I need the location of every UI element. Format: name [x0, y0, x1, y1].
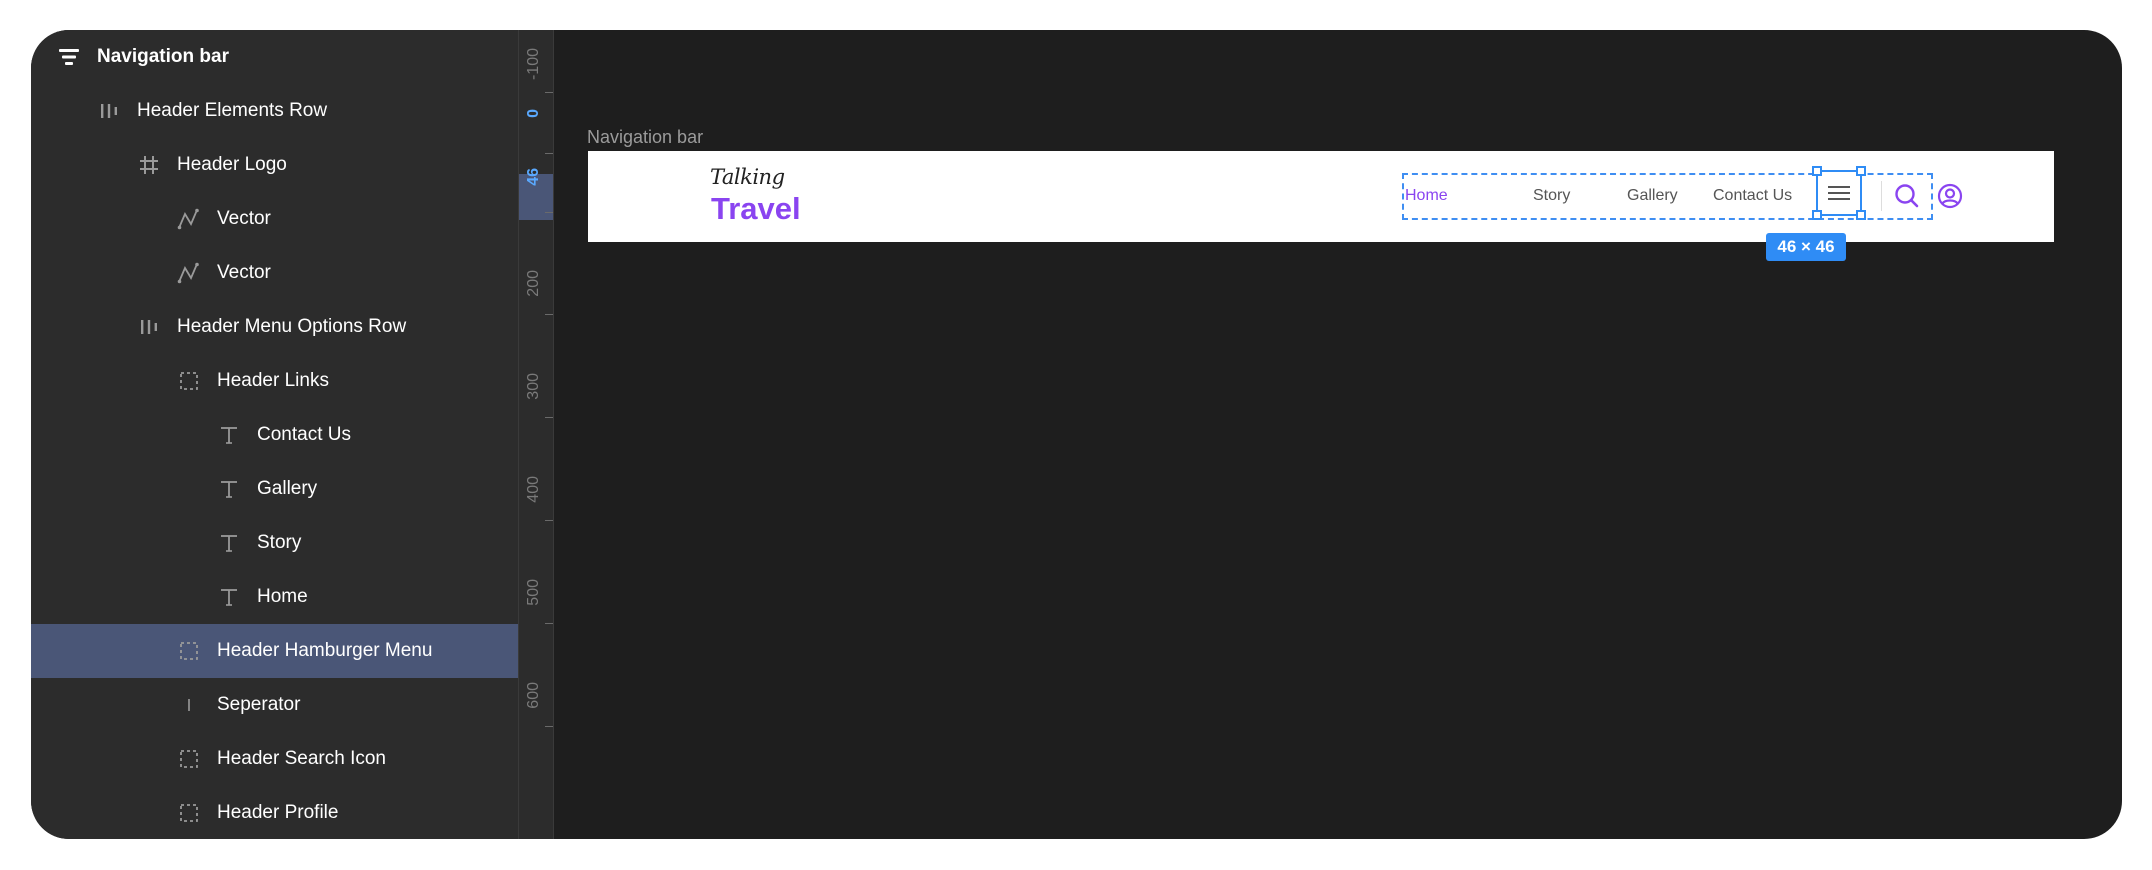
text-icon [217, 585, 241, 609]
ruler-tick-label: 0 [525, 109, 542, 118]
layer-row-navigation-bar[interactable]: Navigation bar [31, 30, 518, 84]
layer-row-header-logo[interactable]: Header Logo [31, 138, 518, 192]
nav-link-story[interactable]: Story [1533, 187, 1570, 205]
layer-label: Header Hamburger Menu [217, 640, 433, 661]
ruler-tick-label: 46 [525, 168, 542, 186]
horizontal-stack-icon [137, 315, 161, 339]
layer-label: Header Menu Options Row [177, 316, 407, 337]
layers-panel: Navigation bar Header Elements Row Header … [31, 30, 518, 839]
dashed-frame-icon [177, 747, 201, 771]
ruler-tick: 300 [519, 373, 553, 433]
layer-row-vector[interactable]: Vector [31, 246, 518, 300]
logo-script-text: Talking [710, 165, 785, 189]
navigation-bar-frame[interactable]: Talking Travel Home Story Gallery Contac… [588, 151, 2054, 242]
vertical-ruler[interactable]: -100 0 46 200 300 400 500 600 [518, 30, 554, 839]
layer-label: Home [257, 586, 308, 607]
line-icon [177, 693, 201, 717]
layer-row-header-menu-options-row[interactable]: Header Menu Options Row [31, 300, 518, 354]
layer-label: Header Search Icon [217, 748, 386, 769]
layer-row-contact-us[interactable]: Contact Us [31, 408, 518, 462]
ruler-tick-label: 200 [525, 270, 542, 297]
editor-window: Navigation bar Header Elements Row Header … [31, 30, 2122, 839]
dashed-frame-icon [177, 369, 201, 393]
dashed-frame-icon [177, 639, 201, 663]
frame-label[interactable]: Navigation bar [587, 127, 703, 148]
hamburger-menu-selected[interactable] [1812, 166, 1866, 220]
nav-link-gallery[interactable]: Gallery [1627, 187, 1678, 205]
layer-row-vector[interactable]: Vector [31, 192, 518, 246]
ruler-tick-label: 400 [525, 476, 542, 503]
ruler-tick-label: 500 [525, 579, 542, 606]
layer-row-header-profile[interactable]: Header Profile [31, 786, 518, 839]
layer-label: Header Logo [177, 154, 287, 175]
ruler-tick: 46 [519, 168, 553, 228]
layer-row-header-hamburger-menu[interactable]: Header Hamburger Menu [31, 624, 518, 678]
resize-handle-bottom-right[interactable] [1856, 210, 1866, 220]
frame-list-icon [57, 45, 81, 69]
ruler-tick: 200 [519, 270, 553, 330]
text-icon [217, 531, 241, 555]
layer-row-header-links[interactable]: Header Links [31, 354, 518, 408]
layer-label: Gallery [257, 478, 318, 499]
resize-handle-bottom-left[interactable] [1812, 210, 1822, 220]
ruler-tick: 0 [519, 109, 553, 169]
ruler-tick-label: 300 [525, 373, 542, 400]
ruler-tick: -100 [519, 48, 553, 108]
layer-label: Navigation bar [97, 46, 229, 67]
layer-row-story[interactable]: Story [31, 516, 518, 570]
layer-label: Header Links [217, 370, 329, 391]
layer-label: Header Elements Row [137, 100, 328, 121]
horizontal-stack-icon [97, 99, 121, 123]
ruler-tick: 400 [519, 476, 553, 536]
layer-row-home[interactable]: Home [31, 570, 518, 624]
nav-link-home[interactable]: Home [1405, 187, 1448, 205]
vector-pen-icon [177, 261, 201, 285]
layer-label: Vector [217, 262, 271, 283]
ruler-tick: 600 [519, 682, 553, 742]
search-icon[interactable] [1894, 183, 1920, 209]
ruler-tick: 500 [519, 579, 553, 639]
layer-label: Story [257, 532, 302, 553]
ruler-tick-label: 600 [525, 682, 542, 709]
separator-line [1881, 181, 1882, 211]
layer-label: Seperator [217, 694, 301, 715]
vector-pen-icon [177, 207, 201, 231]
layer-row-seperator[interactable]: Seperator [31, 678, 518, 732]
hamburger-icon [1828, 186, 1850, 200]
text-icon [217, 423, 241, 447]
frame-hash-icon [137, 153, 161, 177]
nav-link-contact-us[interactable]: Contact Us [1713, 187, 1792, 205]
selection-size-badge: 46 × 46 [1766, 233, 1846, 261]
ruler-tick-label: -100 [525, 48, 542, 81]
layer-label: Contact Us [257, 424, 351, 445]
layer-row-header-elements-row[interactable]: Header Elements Row [31, 84, 518, 138]
resize-handle-top-right[interactable] [1856, 166, 1866, 176]
layer-row-header-search-icon[interactable]: Header Search Icon [31, 732, 518, 786]
text-icon [217, 477, 241, 501]
resize-handle-top-left[interactable] [1812, 166, 1822, 176]
layer-label: Header Profile [217, 802, 339, 823]
layer-label: Vector [217, 208, 271, 229]
logo-main-text: Travel [711, 191, 801, 226]
dashed-frame-icon [177, 801, 201, 825]
layer-row-gallery[interactable]: Gallery [31, 462, 518, 516]
profile-icon[interactable] [1937, 183, 1963, 209]
